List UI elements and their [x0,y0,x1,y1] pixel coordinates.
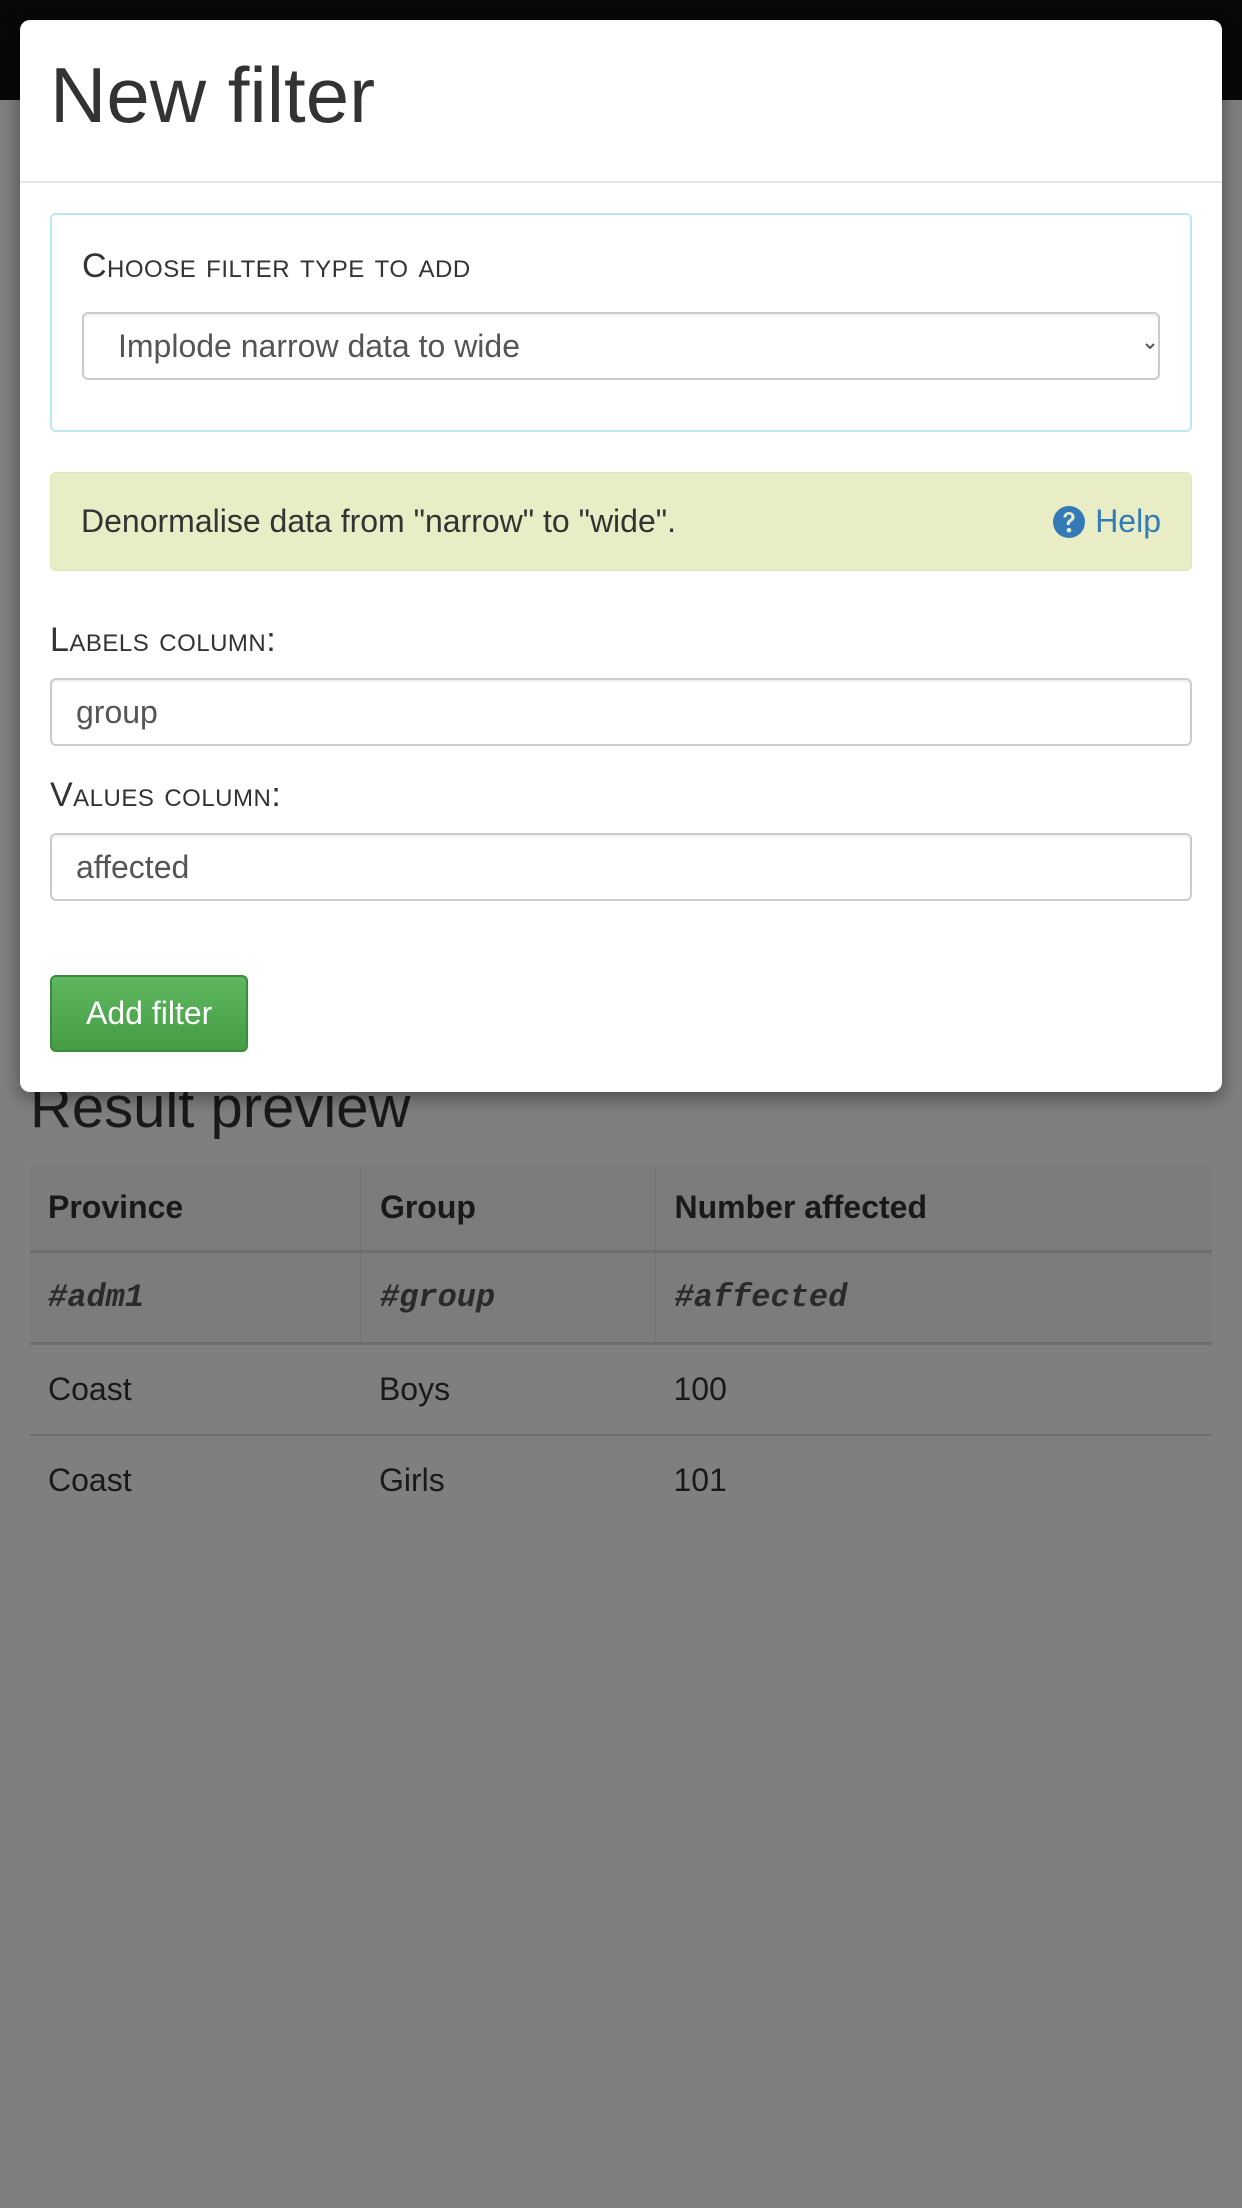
values-column-group: Values column: [50,776,1192,901]
modal-title: New filter [50,50,1192,141]
values-column-label: Values column: [50,776,1192,815]
labels-column-input[interactable] [50,678,1192,746]
help-link[interactable]: Help [1053,503,1161,540]
new-filter-modal: New filter Choose filter type to add Imp… [20,20,1222,1092]
values-column-input[interactable] [50,833,1192,901]
filter-description-alert: Denormalise data from "narrow" to "wide"… [50,472,1192,571]
labels-column-group: Labels column: [50,621,1192,746]
modal-header: New filter [20,20,1222,183]
choose-filter-label: Choose filter type to add [82,247,1160,286]
add-filter-button[interactable]: Add filter [50,975,248,1052]
choose-filter-panel: Choose filter type to add Implode narrow… [50,213,1192,432]
labels-column-label: Labels column: [50,621,1192,660]
filter-description-text: Denormalise data from "narrow" to "wide"… [81,503,676,540]
modal-body: Choose filter type to add Implode narrow… [20,183,1222,1092]
help-icon [1053,506,1085,538]
help-link-label: Help [1095,503,1161,540]
filter-type-select[interactable]: Implode narrow data to wide [82,312,1160,380]
